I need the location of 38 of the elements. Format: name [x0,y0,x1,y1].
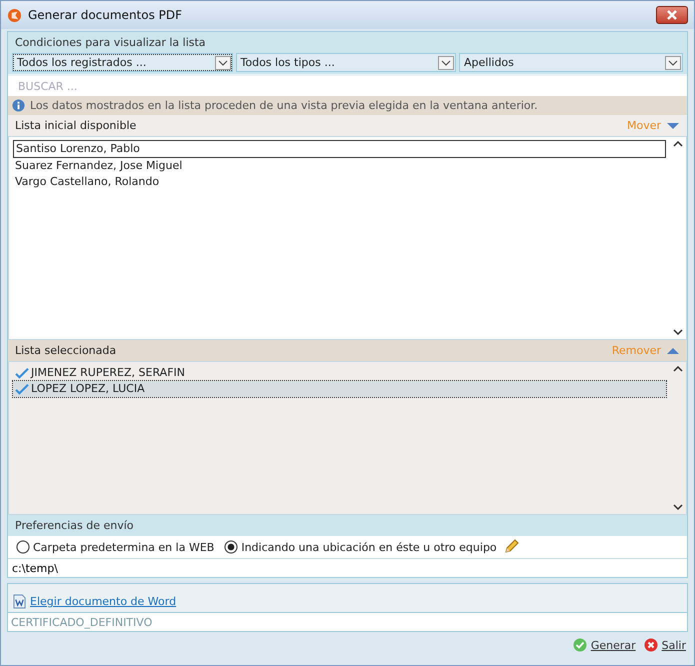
check-circle-icon [572,638,587,652]
list-title: Lista seleccionada [15,344,116,357]
dropdown[interactable]: Todos los tipos ... [236,53,456,72]
info-icon [12,99,25,112]
exit-button[interactable]: Salir [644,638,686,652]
radio-option[interactable]: Carpeta predetermina en la WEB [16,540,214,554]
pencil-icon[interactable] [502,539,519,555]
path-field[interactable]: c:\temp\ [8,558,687,577]
list-item[interactable]: Santiso Lorenzo, Pablo [13,140,666,158]
chevron-up-icon[interactable] [673,366,683,372]
generate-button[interactable]: Generar [572,638,636,652]
info-text: Los datos mostrados en la lista proceden de una vista previa elegida en la ventana anterior. [30,99,538,112]
close-button[interactable] [656,6,688,24]
chevron-up-icon[interactable] [673,141,683,147]
chevron-down-icon[interactable] [673,504,683,510]
chevron-down-icon [214,56,230,70]
section-title: Preferencias de envío [15,519,134,532]
document-icon [13,594,26,609]
app-icon [7,8,22,22]
window-title: Generar documentos PDF [28,8,184,22]
close-icon [644,638,658,652]
choose-word-link[interactable]: Elegir documento de Word [30,595,176,608]
list-title: Lista inicial disponible [15,119,136,132]
chevron-down-icon [665,56,681,70]
list-item[interactable]: Suarez Fernandez, Jose Miguel [13,158,666,174]
search-field[interactable]: BUSCAR ... [8,76,687,96]
chevron-down-icon [438,56,454,70]
triangle-down-icon [666,122,680,130]
section-title: Condiciones para visualizar la lista [15,36,206,49]
list-item[interactable]: JIMENEZ RUPEREZ, SERAFIN [13,365,666,381]
dropdown[interactable]: Apellidos [459,53,683,72]
list-item[interactable]: Vargo Castellano, Rolando [13,174,666,190]
dropdown[interactable]: Todos los registrados ... [12,53,232,72]
radio-option[interactable]: Indicando una ubicación en éste u otro equipo [224,540,497,554]
triangle-up-icon [666,346,680,354]
close-icon [666,10,678,20]
list-item[interactable]: LOPEZ LOPEZ, LUCIA [13,381,666,397]
chevron-down-icon[interactable] [673,329,683,335]
